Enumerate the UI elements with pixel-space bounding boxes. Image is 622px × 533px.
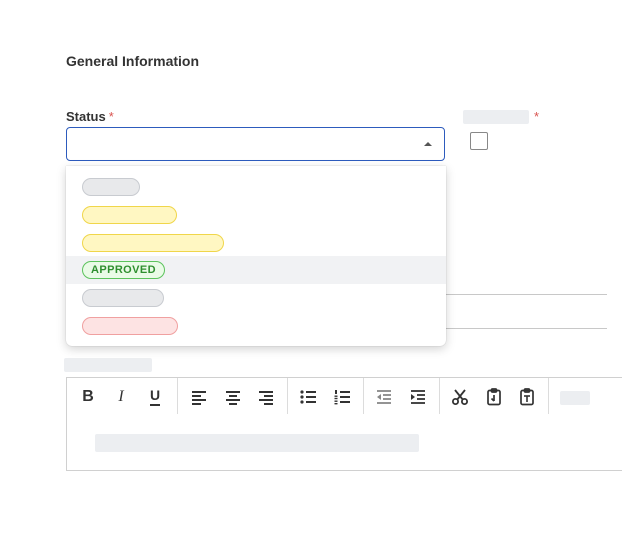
caret-up-icon bbox=[424, 142, 432, 146]
status-label: Status * bbox=[66, 109, 114, 124]
second-field-label-placeholder bbox=[463, 110, 529, 124]
status-option[interactable] bbox=[66, 201, 446, 229]
editor-text-placeholder bbox=[95, 434, 419, 452]
numbered-list-icon[interactable] bbox=[331, 386, 353, 408]
bullet-list-icon[interactable] bbox=[297, 386, 319, 408]
status-option[interactable] bbox=[66, 173, 446, 201]
bold-button[interactable]: B bbox=[77, 386, 99, 408]
toolbar-separator bbox=[548, 378, 549, 414]
status-option[interactable] bbox=[66, 284, 446, 312]
paste-text-icon[interactable] bbox=[516, 386, 538, 408]
underline-bar bbox=[150, 404, 160, 406]
paste-icon[interactable] bbox=[483, 386, 505, 408]
status-dropdown-menu: APPROVED bbox=[66, 166, 446, 346]
field-underline bbox=[440, 294, 607, 295]
section-title: General Information bbox=[66, 53, 200, 69]
status-option-approved[interactable]: APPROVED bbox=[66, 256, 446, 284]
underline-button[interactable]: U bbox=[144, 386, 166, 408]
italic-button[interactable]: I bbox=[110, 386, 132, 408]
status-pill-approved: APPROVED bbox=[82, 261, 165, 279]
toolbar-separator bbox=[363, 378, 364, 414]
toolbar-separator bbox=[439, 378, 440, 414]
status-option[interactable] bbox=[66, 312, 446, 340]
second-field-checkbox[interactable] bbox=[470, 132, 488, 150]
status-pill bbox=[82, 289, 164, 307]
cut-icon[interactable] bbox=[449, 386, 471, 408]
toolbar-button-placeholder[interactable] bbox=[560, 391, 590, 405]
align-right-icon[interactable] bbox=[255, 386, 277, 408]
editor-label-placeholder bbox=[64, 358, 152, 372]
status-option[interactable] bbox=[66, 229, 446, 257]
align-left-icon[interactable] bbox=[188, 386, 210, 408]
status-pill bbox=[82, 317, 178, 335]
indent-icon[interactable] bbox=[407, 386, 429, 408]
second-field-required-mark: * bbox=[534, 109, 540, 124]
status-pill bbox=[82, 206, 177, 224]
required-mark: * bbox=[108, 109, 114, 124]
outdent-icon[interactable] bbox=[373, 386, 395, 408]
editor-toolbar: B I U bbox=[66, 377, 622, 415]
field-underline bbox=[440, 328, 607, 329]
align-center-icon[interactable] bbox=[222, 386, 244, 408]
toolbar-separator bbox=[287, 378, 288, 414]
status-label-text: Status bbox=[66, 109, 106, 124]
toolbar-separator bbox=[177, 378, 178, 414]
status-pill bbox=[82, 234, 224, 252]
editor-content-area[interactable] bbox=[66, 414, 622, 471]
status-pill bbox=[82, 178, 140, 196]
underline-glyph: U bbox=[149, 387, 161, 403]
status-select[interactable] bbox=[66, 127, 445, 161]
